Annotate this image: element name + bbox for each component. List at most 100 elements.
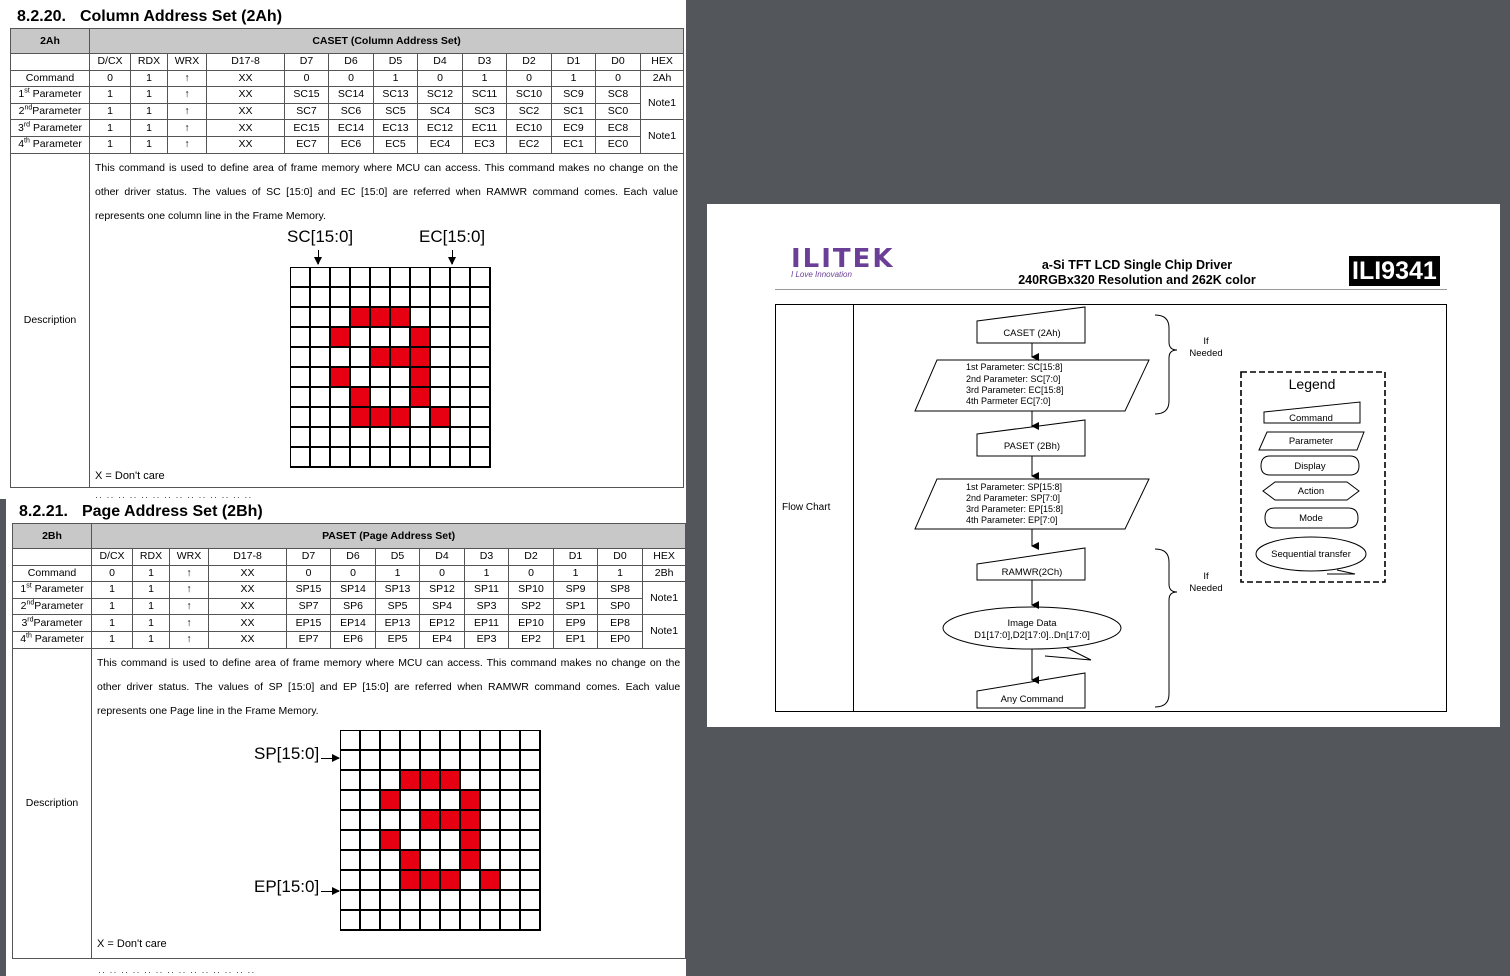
- caset-page: 8.2.20. Column Address Set (2Ah) 2Ah CASET…: [0, 0, 686, 499]
- pixel-off: [351, 367, 369, 386]
- pixel-off: [381, 870, 399, 889]
- pixel-off: [381, 850, 399, 869]
- table-cell: ↑: [169, 581, 209, 599]
- pixel-off: [461, 870, 479, 889]
- pixel-on: [421, 810, 439, 829]
- truncated-text: ·· ·· ·· ·· ·· ·· ·· ·· ·· ·· ·· ·· ·· ·…: [95, 492, 253, 499]
- caset-param-4: 4th Parmeter EC[7:0]: [966, 396, 1051, 406]
- pixel-off: [521, 810, 539, 829]
- pixel-off: [431, 367, 449, 386]
- column-header: D2: [508, 548, 554, 566]
- table-cell: 1: [132, 564, 170, 583]
- table-cell: 0: [508, 564, 554, 583]
- hex-cell: 2Bh: [641, 564, 686, 583]
- pixel-off: [391, 427, 409, 446]
- needed-text: Needed: [1189, 348, 1222, 359]
- column-header: D3: [464, 548, 509, 566]
- ep-label: EP[15:0]: [254, 876, 320, 896]
- pixel-off: [501, 790, 519, 809]
- table-cell: EC11: [462, 119, 507, 137]
- table-cell: 1: [462, 69, 507, 88]
- flowchart-diagram: CASET (2Ah) PASET (2Bh) RAMWR(2Ch) Image…: [914, 306, 1386, 709]
- table-cell: 0: [284, 69, 329, 88]
- pixel-on: [351, 387, 369, 406]
- section-heading: 8.2.21. Page Address Set (2Bh): [19, 503, 263, 520]
- pixel-off: [341, 730, 359, 749]
- pixel-off: [451, 307, 469, 326]
- column-header: D0: [595, 53, 641, 71]
- frame-memory-grid: [290, 266, 491, 468]
- table-cell: SC9: [551, 86, 596, 104]
- table-cell: EC4: [417, 135, 463, 154]
- command-name: CASET (Column Address Set): [88, 28, 685, 54]
- table-cell: SC12: [417, 86, 463, 104]
- pixel-off: [341, 810, 359, 829]
- pixel-off: [351, 447, 369, 466]
- pixel-off: [431, 427, 449, 446]
- table-cell: EC12: [417, 119, 463, 137]
- pixel-off: [351, 327, 369, 346]
- pixel-off: [341, 890, 359, 909]
- table-cell: SC4: [417, 102, 463, 121]
- table-cell: SC10: [506, 86, 552, 104]
- table-row: 3rdParameter 1 1 ↑ XX EP15 EP14 EP13 EP12 EP11 EP1…: [12, 614, 686, 649]
- description-row: Description This command is used to defin…: [10, 152, 685, 488]
- table-cell: 0: [89, 69, 131, 88]
- table-cell: SP14: [330, 581, 376, 599]
- pixel-off: [461, 750, 479, 769]
- table-cell: XX: [208, 597, 287, 616]
- command-code: 2Bh: [12, 523, 92, 549]
- table-cell: 1: [375, 564, 420, 583]
- table-cell: 1: [130, 135, 168, 154]
- legend-command: Command: [1289, 413, 1333, 424]
- pixel-off: [291, 367, 309, 386]
- table-cell: SC1: [551, 102, 596, 121]
- caset-param-1: 1st Parameter: SC[15:8]: [966, 362, 1063, 372]
- table-cell: SP2: [508, 597, 554, 616]
- table-cell: EP4: [419, 630, 465, 649]
- truncated-text: ·· ·· ·· ·· ·· ·· ·· ·· ·· ·· ·· ·· ·· ·…: [98, 967, 256, 976]
- command-code: 2Ah: [10, 28, 90, 54]
- pixel-off: [371, 327, 389, 346]
- pixel-off: [331, 387, 349, 406]
- hex-cell: 2Ah: [639, 69, 685, 88]
- pixel-off: [361, 910, 379, 929]
- table-cell: XX: [206, 102, 285, 121]
- pixel-off: [421, 830, 439, 849]
- table-cell: EC5: [373, 135, 418, 154]
- pixel-on: [371, 347, 389, 366]
- register-table: 2Bh PASET (Page Address Set) D/CX RDX WRX D17…: [12, 523, 686, 959]
- table-cell: 1: [89, 119, 131, 137]
- table-cell: 1: [89, 86, 131, 104]
- pixel-off: [291, 387, 309, 406]
- table-cell: 0: [595, 69, 641, 88]
- pixel-off: [521, 730, 539, 749]
- pixel-off: [501, 750, 519, 769]
- table-cell: XX: [206, 135, 285, 154]
- pixel-off: [311, 267, 329, 286]
- column-header: D5: [375, 548, 420, 566]
- register-table: 2Ah CASET (Column Address Set) D/CX RDX WRX D…: [10, 28, 685, 488]
- column-header: D17-8: [206, 53, 285, 71]
- table-cell: 1: [132, 581, 170, 599]
- table-cell: EC6: [328, 135, 374, 154]
- pixel-off: [431, 447, 449, 466]
- ec-label: EC[15:0]: [419, 226, 486, 246]
- pixel-off: [291, 347, 309, 366]
- pixel-off: [481, 910, 499, 929]
- pixel-off: [451, 427, 469, 446]
- pixel-off: [311, 347, 329, 366]
- pixel-off: [481, 730, 499, 749]
- table-cell: 1: [132, 614, 170, 632]
- table-cell: SC3: [462, 102, 507, 121]
- table-cell: SP0: [597, 597, 643, 616]
- column-header: D3: [462, 53, 507, 71]
- table-cell: SP13: [375, 581, 420, 599]
- table-row: 4th Parameter 1 1 ↑ XX EP7 EP6 EP5 EP4 EP3 EP2 EP1 E…: [12, 630, 686, 649]
- pixel-off: [501, 870, 519, 889]
- note-cell: Note1: [639, 86, 685, 121]
- table-cell: SC13: [373, 86, 418, 104]
- pixel-off: [351, 427, 369, 446]
- pixel-off: [331, 307, 349, 326]
- table-cell: EP5: [375, 630, 420, 649]
